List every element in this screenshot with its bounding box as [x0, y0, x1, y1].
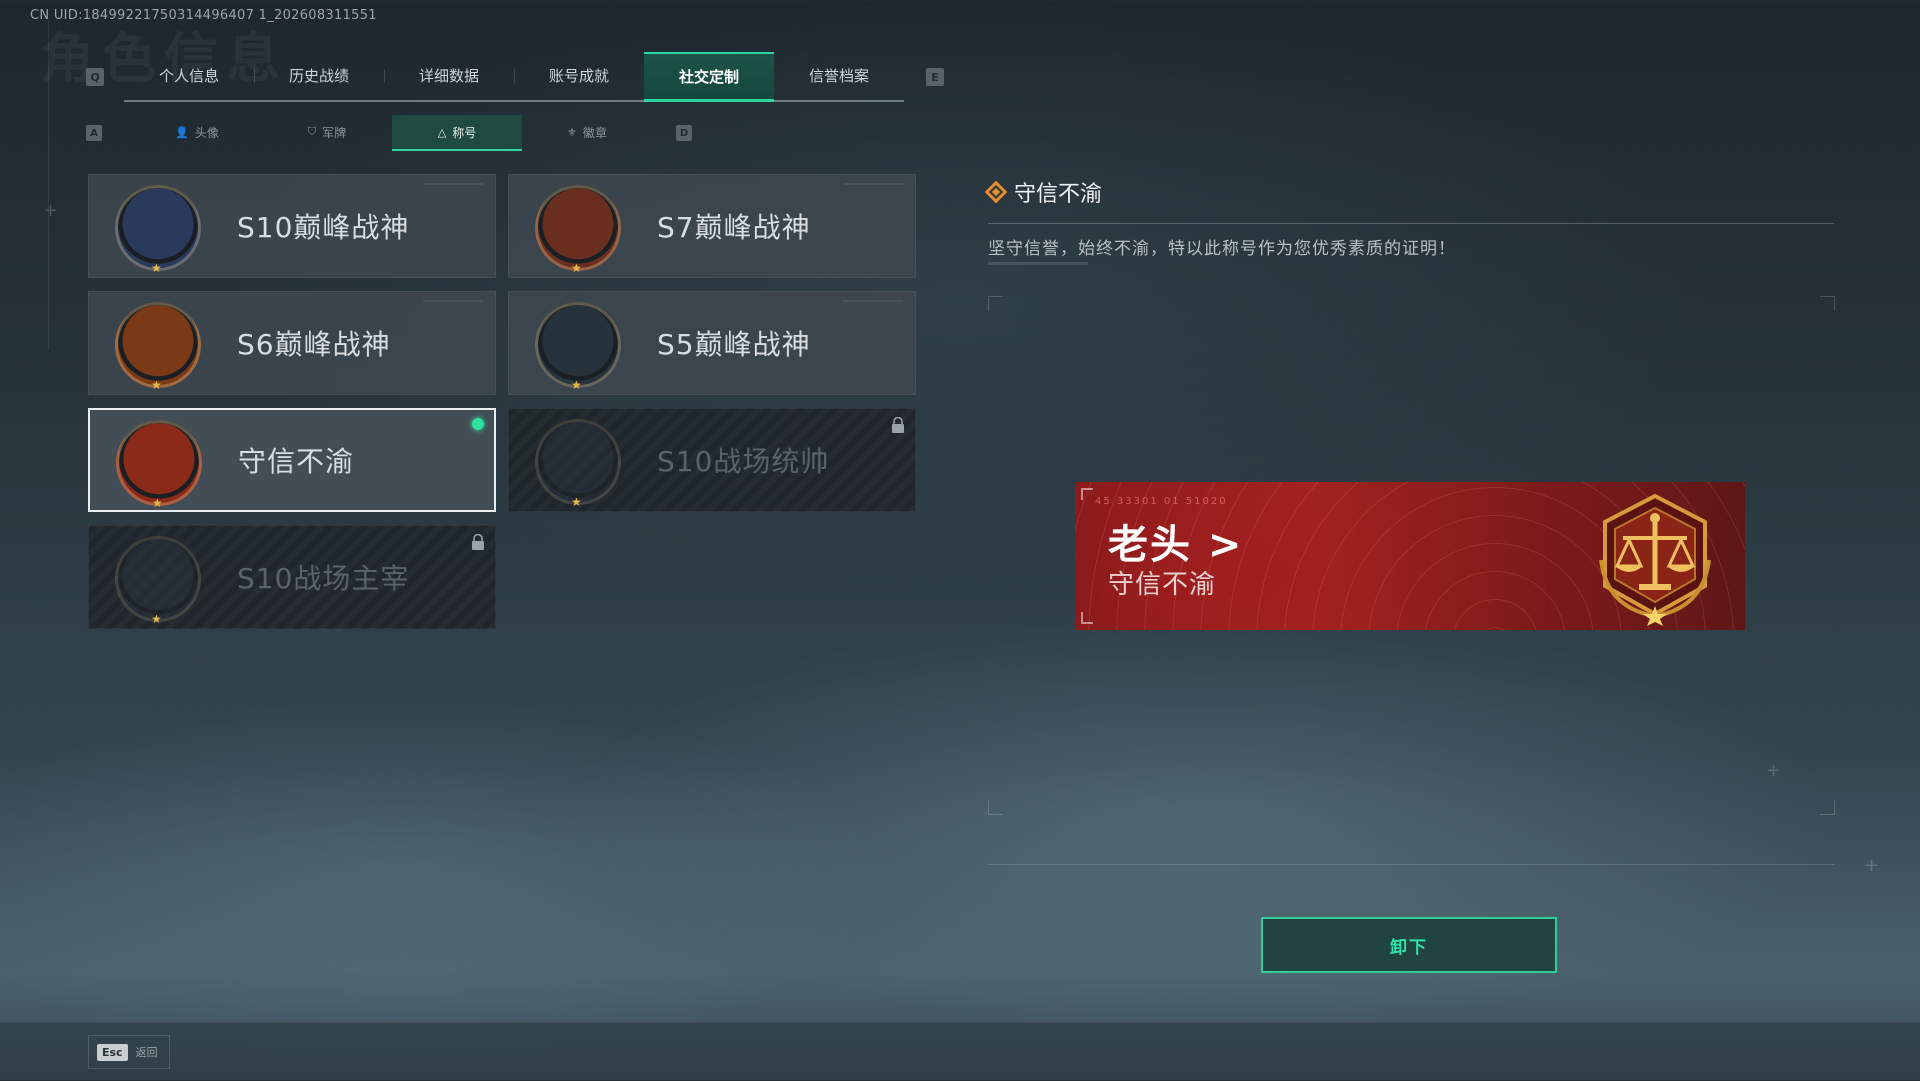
- subtab-label: 头像: [194, 125, 219, 140]
- title-card[interactable]: ★ S10战场主宰: [88, 525, 496, 629]
- a-key-hint[interactable]: A: [86, 125, 102, 141]
- title-name: S10巅峰战神: [237, 211, 410, 244]
- divider: [988, 223, 1834, 224]
- banner-title: 守信不渝: [1108, 570, 1217, 600]
- title-name: S7巅峰战神: [657, 211, 811, 244]
- nameplate-preview: 45 33301 01 51020 老头 > 守信不渝: [1075, 482, 1745, 630]
- decor-line: [48, 20, 49, 350]
- sub-tab-row: 👤 头像 ⛉ 军牌 △ 称号 ⚜ 徽章: [132, 115, 652, 151]
- decor-bar: [988, 262, 1088, 265]
- tab-4[interactable]: 社交定制: [644, 52, 774, 102]
- back-label: 返回: [135, 1046, 158, 1059]
- equipped-indicator: [472, 418, 484, 430]
- s7-peak-emblem-icon: [535, 185, 621, 271]
- subtab-label: 徽章: [582, 125, 607, 140]
- divider: [988, 864, 1834, 865]
- title-card[interactable]: ★ S5巅峰战神: [508, 291, 916, 395]
- title-card[interactable]: ★ S10战场统帅: [508, 408, 916, 512]
- dogtag-icon: ⛉: [307, 125, 317, 138]
- decor-plus-icon: +: [43, 200, 59, 221]
- subtab-2[interactable]: △ 称号: [392, 115, 522, 151]
- tab-0[interactable]: 个人信息: [124, 52, 254, 98]
- main-tab-bar: Q 个人信息 历史战绩 详细数据 账号成就 社交定制 信誉档案 E: [86, 52, 944, 102]
- player-name: 老头 >: [1108, 522, 1244, 568]
- colosseum-emblem-icon: [115, 536, 201, 622]
- frame-corner: [1081, 488, 1093, 500]
- frame-corner: [988, 800, 1003, 815]
- lock-icon: [472, 534, 484, 550]
- lock-icon: [892, 417, 904, 433]
- s10-peak-emblem-icon: [115, 185, 201, 271]
- decor-bar: [423, 183, 483, 185]
- detail-title: 守信不渝: [1014, 182, 1103, 207]
- title-icon: △: [437, 125, 447, 139]
- tab-2[interactable]: 详细数据: [384, 52, 514, 98]
- aircraft-emblem-icon: [535, 419, 621, 505]
- title-card[interactable]: ★ 守信不渝: [88, 408, 496, 512]
- scales-emblem-icon: [1599, 493, 1711, 626]
- detail-header: 守信不渝: [984, 176, 1103, 208]
- scales-emblem-icon: [116, 420, 202, 506]
- decor-plus-icon: +: [1766, 760, 1782, 781]
- d-key-hint[interactable]: D: [676, 125, 692, 141]
- star-icon: ★: [151, 378, 162, 392]
- star-icon: ★: [151, 261, 162, 275]
- title-card[interactable]: ★ S7巅峰战神: [508, 174, 916, 278]
- s6-peak-emblem-icon: [115, 302, 201, 388]
- title-card[interactable]: ★ S6巅峰战神: [88, 291, 496, 395]
- subtab-0[interactable]: 👤 头像: [132, 115, 262, 149]
- frame-corner: [1820, 296, 1835, 311]
- frame-corner: [988, 296, 1003, 311]
- tab-1[interactable]: 历史战绩: [254, 52, 384, 98]
- person-icon: 👤: [175, 125, 189, 139]
- title-card[interactable]: ★ S10巅峰战神: [88, 174, 496, 278]
- subtab-label: 军牌: [322, 125, 347, 140]
- q-key-hint[interactable]: Q: [86, 68, 104, 86]
- star-icon: ★: [152, 496, 163, 510]
- star-icon: ★: [571, 495, 582, 509]
- decor-bar: [423, 300, 483, 302]
- tab-3[interactable]: 账号成就: [514, 52, 644, 98]
- unequip-button[interactable]: 卸下: [1261, 917, 1557, 973]
- title-name: 守信不渝: [238, 445, 355, 478]
- title-name: S6巅峰战神: [237, 328, 391, 361]
- title-name: S5巅峰战神: [657, 328, 811, 361]
- tab-5[interactable]: 信誉档案: [774, 52, 904, 98]
- s5-peak-emblem-icon: [535, 302, 621, 388]
- esc-key-hint: Esc: [97, 1043, 128, 1061]
- main-tab-row: 个人信息 历史战绩 详细数据 账号成就 社交定制 信誉档案: [124, 52, 904, 102]
- sub-tab-bar: A 👤 头像 ⛉ 军牌 △ 称号 ⚜ 徽章 D: [86, 115, 692, 151]
- e-key-hint[interactable]: E: [926, 68, 944, 86]
- back-button[interactable]: Esc 返回: [88, 1035, 170, 1069]
- star-icon: ★: [151, 612, 162, 626]
- title-name: S10战场主宰: [237, 562, 410, 595]
- title-name: S10战场统帅: [657, 445, 830, 478]
- detail-description: 坚守信誉，始终不渝，特以此称号作为您优秀素质的证明！: [988, 239, 1456, 259]
- footer-bar: [0, 1022, 1920, 1081]
- subtab-1[interactable]: ⛉ 军牌: [262, 115, 392, 149]
- diamond-icon: [984, 180, 1008, 204]
- frame-corner: [1081, 612, 1093, 624]
- star-icon: ★: [571, 378, 582, 392]
- badge-icon: ⚜: [567, 125, 577, 139]
- decor-plus-icon: +: [1864, 855, 1880, 876]
- frame-corner: [1820, 800, 1835, 815]
- star-icon: ★: [571, 261, 582, 275]
- decor-bar: [843, 300, 903, 302]
- decor-bar: [843, 183, 903, 185]
- subtab-label: 称号: [452, 125, 477, 140]
- subtab-3[interactable]: ⚜ 徽章: [522, 115, 652, 149]
- banner-code: 45 33301 01 51020: [1095, 496, 1228, 507]
